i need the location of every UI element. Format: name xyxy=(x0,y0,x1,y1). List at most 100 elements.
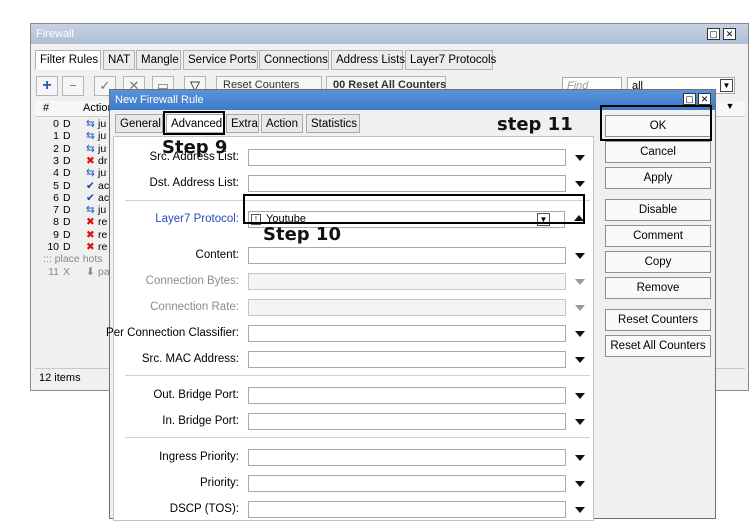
close-icon[interactable]: ✕ xyxy=(723,28,736,40)
connection-bytes-label: Connection Bytes: xyxy=(145,275,239,287)
reset-counters-button[interactable]: Reset Counters xyxy=(605,309,711,331)
divider xyxy=(125,375,590,376)
tab-nat[interactable]: NAT xyxy=(103,50,135,70)
row-number: 8 xyxy=(53,216,59,229)
reject-icon: ✖ xyxy=(86,241,95,253)
jump-icon: ⇆ xyxy=(86,130,95,143)
step10-annotation: Step 10 xyxy=(263,224,341,245)
tab-statistics[interactable]: Statistics xyxy=(306,114,360,133)
row-flag: D xyxy=(63,130,71,143)
layer7-protocol-label[interactable]: Layer7 Protocol: xyxy=(155,213,239,225)
dscp-tos-field[interactable] xyxy=(248,501,566,518)
dst-address-list-field[interactable] xyxy=(248,175,566,192)
chevron-down-icon[interactable] xyxy=(575,507,585,513)
row-action: ju xyxy=(98,130,107,143)
maximize-icon[interactable]: ▢ xyxy=(683,93,696,105)
content-label: Content: xyxy=(195,249,239,261)
tab-service-ports[interactable]: Service Ports xyxy=(183,50,258,70)
jump-icon: ⇆ xyxy=(86,118,95,130)
tab-layer7-protocols[interactable]: Layer7 Protocols xyxy=(405,50,496,70)
accept-icon: ✔ xyxy=(86,191,95,204)
row-flag: D xyxy=(63,118,71,130)
row-number: 6 xyxy=(53,191,59,204)
divider xyxy=(125,437,590,438)
chevron-down-icon[interactable] xyxy=(575,331,585,337)
row-action: ju xyxy=(98,142,107,155)
row-flag: D xyxy=(63,228,71,241)
copy-button[interactable]: Copy xyxy=(605,251,711,273)
per-connection-classifier-field[interactable] xyxy=(248,325,566,342)
row-number: 0 xyxy=(53,118,59,130)
step9-annotation: Step 9 xyxy=(162,137,228,158)
window-title: Firewall xyxy=(36,28,74,40)
chevron-down-icon[interactable] xyxy=(575,455,585,461)
row-number: 3 xyxy=(53,154,59,167)
step11-highlight-box xyxy=(600,105,712,141)
connection-bytes-field[interactable] xyxy=(248,273,566,290)
content-field[interactable] xyxy=(248,247,566,264)
jump-icon: ⇆ xyxy=(86,204,95,217)
chevron-down-icon[interactable] xyxy=(575,357,585,363)
tab-extra[interactable]: Extra xyxy=(226,114,259,133)
column-menu-icon[interactable]: ▼ xyxy=(721,101,739,115)
row-action: re xyxy=(98,228,108,241)
row-flag: D xyxy=(63,167,71,180)
firewall-titlebar[interactable]: Firewall ▢ ✕ xyxy=(31,24,748,44)
chevron-down-icon[interactable] xyxy=(575,419,585,425)
src-mac-address-field[interactable] xyxy=(248,351,566,368)
add-icon[interactable]: + xyxy=(36,76,58,96)
row-action: ju xyxy=(98,204,107,217)
priority-field[interactable] xyxy=(248,475,566,492)
row-flag: D xyxy=(63,241,71,253)
tab-mangle[interactable]: Mangle xyxy=(136,50,181,70)
chevron-down-icon[interactable] xyxy=(575,155,585,161)
tab-action[interactable]: Action xyxy=(261,114,303,133)
row-number: 10 xyxy=(47,241,59,253)
ingress-priority-field[interactable] xyxy=(248,449,566,466)
jump-icon: ⇆ xyxy=(86,167,95,180)
reject-icon: ✖ xyxy=(86,228,95,241)
tab-connections[interactable]: Connections xyxy=(259,50,329,70)
passthrough-icon: ⬇ xyxy=(86,265,95,278)
row-action: ju xyxy=(98,167,107,180)
chevron-down-icon[interactable] xyxy=(575,305,585,311)
dialog-title: New Firewall Rule xyxy=(115,94,204,106)
ingress-priority-label: Ingress Priority: xyxy=(159,451,239,463)
remove-icon[interactable]: − xyxy=(62,76,84,96)
row-action: pa xyxy=(98,265,110,278)
row-number: 9 xyxy=(53,228,59,241)
chevron-down-icon[interactable] xyxy=(575,253,585,259)
out-bridge-port-field[interactable] xyxy=(248,387,566,404)
chevron-down-icon[interactable] xyxy=(575,393,585,399)
row-flag: D xyxy=(63,154,71,167)
connection-rate-field[interactable] xyxy=(248,299,566,316)
tab-filter-rules[interactable]: Filter Rules xyxy=(35,50,101,70)
row-number: 4 xyxy=(53,167,59,180)
chevron-down-icon[interactable] xyxy=(575,181,585,187)
comment-button[interactable]: Comment xyxy=(605,225,711,247)
row-number: 2 xyxy=(53,142,59,155)
maximize-icon[interactable]: ▢ xyxy=(707,28,720,40)
remove-button[interactable]: Remove xyxy=(605,277,711,299)
close-icon[interactable]: ✕ xyxy=(698,93,711,105)
tab-address-lists[interactable]: Address Lists xyxy=(331,50,405,70)
jump-icon: ⇆ xyxy=(86,142,95,155)
apply-button[interactable]: Apply xyxy=(605,167,711,189)
disable-button[interactable]: Disable xyxy=(605,199,711,221)
in-bridge-port-field[interactable] xyxy=(248,413,566,430)
priority-label: Priority: xyxy=(200,477,239,489)
accept-icon: ✔ xyxy=(86,179,95,192)
column-number[interactable]: # xyxy=(43,102,49,114)
item-count: 12 items xyxy=(39,372,81,384)
tab-general[interactable]: General xyxy=(115,114,163,133)
step11-annotation: step 11 xyxy=(497,114,573,135)
row-flag: X xyxy=(63,265,71,278)
row-action: re xyxy=(98,216,108,229)
step10-highlight-box xyxy=(243,194,585,224)
chevron-down-icon[interactable] xyxy=(575,279,585,285)
src-address-list-field[interactable] xyxy=(248,149,566,166)
chevron-down-icon[interactable] xyxy=(575,481,585,487)
reset-all-counters-button[interactable]: Reset All Counters xyxy=(605,335,711,357)
cancel-button[interactable]: Cancel xyxy=(605,141,711,163)
row-action: re xyxy=(98,241,108,253)
